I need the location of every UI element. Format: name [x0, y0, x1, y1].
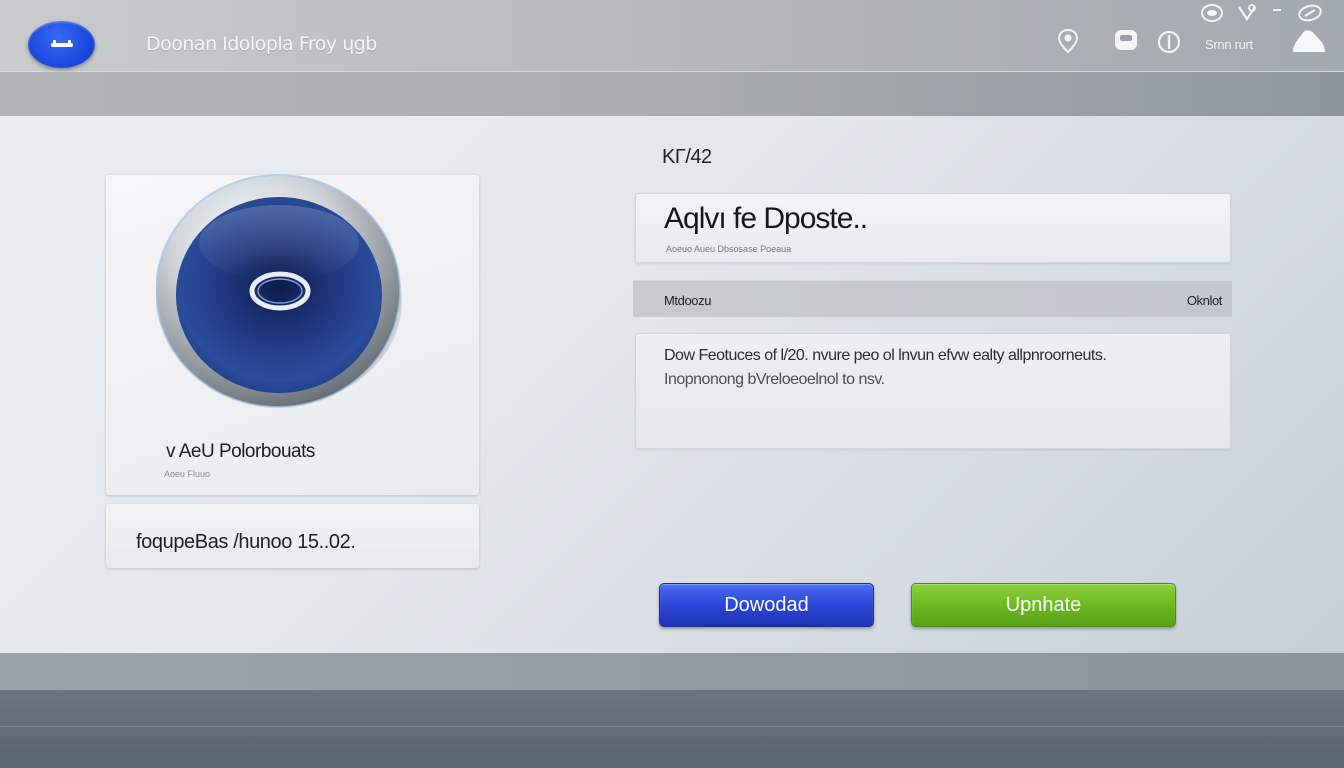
footer-divider [0, 726, 1344, 727]
app-name: v AeU Polorbouats [166, 441, 315, 462]
details-title-sub: Aoeuo Aueu Dbsosase Poeaua [666, 244, 792, 254]
details-title: Aqlvı fe Dposte.. [664, 202, 868, 235]
title-bar: Doonan Idolopla Froy ɥgb Srnn rurt [0, 0, 1344, 72]
title-box: Aqlvı fe Dposte.. Aoeuo Aueu Dbsosase Po… [635, 193, 1231, 263]
app-subtitle: Aoeu Fluuo [164, 469, 211, 479]
cloud-icon[interactable] [1290, 26, 1328, 54]
minimize-icon[interactable] [1270, 4, 1284, 18]
description-box: Dow Feotuces of l/20. nvure peo ol lnvun… [635, 333, 1231, 449]
description-line-1: Dow Feotuces of l/20. nvure peo ol lnvun… [664, 347, 1107, 364]
logo-icon [50, 39, 73, 47]
network-icon[interactable] [1236, 3, 1258, 23]
meta-row: Mtdoozu Oknlot [633, 280, 1232, 317]
footer-band [0, 653, 1344, 690]
meta-left-label: Mtdoozu [664, 293, 712, 308]
user-icon[interactable] [1200, 3, 1224, 23]
chat-icon[interactable] [1113, 28, 1139, 54]
download-button[interactable]: Dowodad [659, 583, 874, 627]
app-title: Doonan Idolopla Froy ɥgb [146, 33, 377, 55]
update-button[interactable]: Upnhate [911, 583, 1176, 627]
description-line-2: Inopnonong bVreloeoelnol to nsv. [664, 371, 885, 388]
status-text: Srnn rurt [1205, 37, 1253, 52]
section-label: KΓ/42 [662, 146, 712, 168]
app-icon [155, 169, 406, 409]
location-icon[interactable] [1056, 28, 1080, 54]
footer [0, 690, 1344, 768]
app-logo-button[interactable] [28, 21, 95, 68]
link-icon[interactable] [1296, 3, 1324, 23]
info-icon[interactable] [1156, 29, 1182, 55]
toolbar-band [0, 72, 1344, 116]
version-card: foqupeBas /hunoo 15..02. [106, 504, 479, 568]
meta-right-label[interactable]: Oknlot [1187, 293, 1223, 308]
app-card: v AeU Polorbouats Aoeu Fluuo [106, 174, 479, 495]
version-text: foqupeBas /hunoo 15..02. [136, 531, 356, 553]
